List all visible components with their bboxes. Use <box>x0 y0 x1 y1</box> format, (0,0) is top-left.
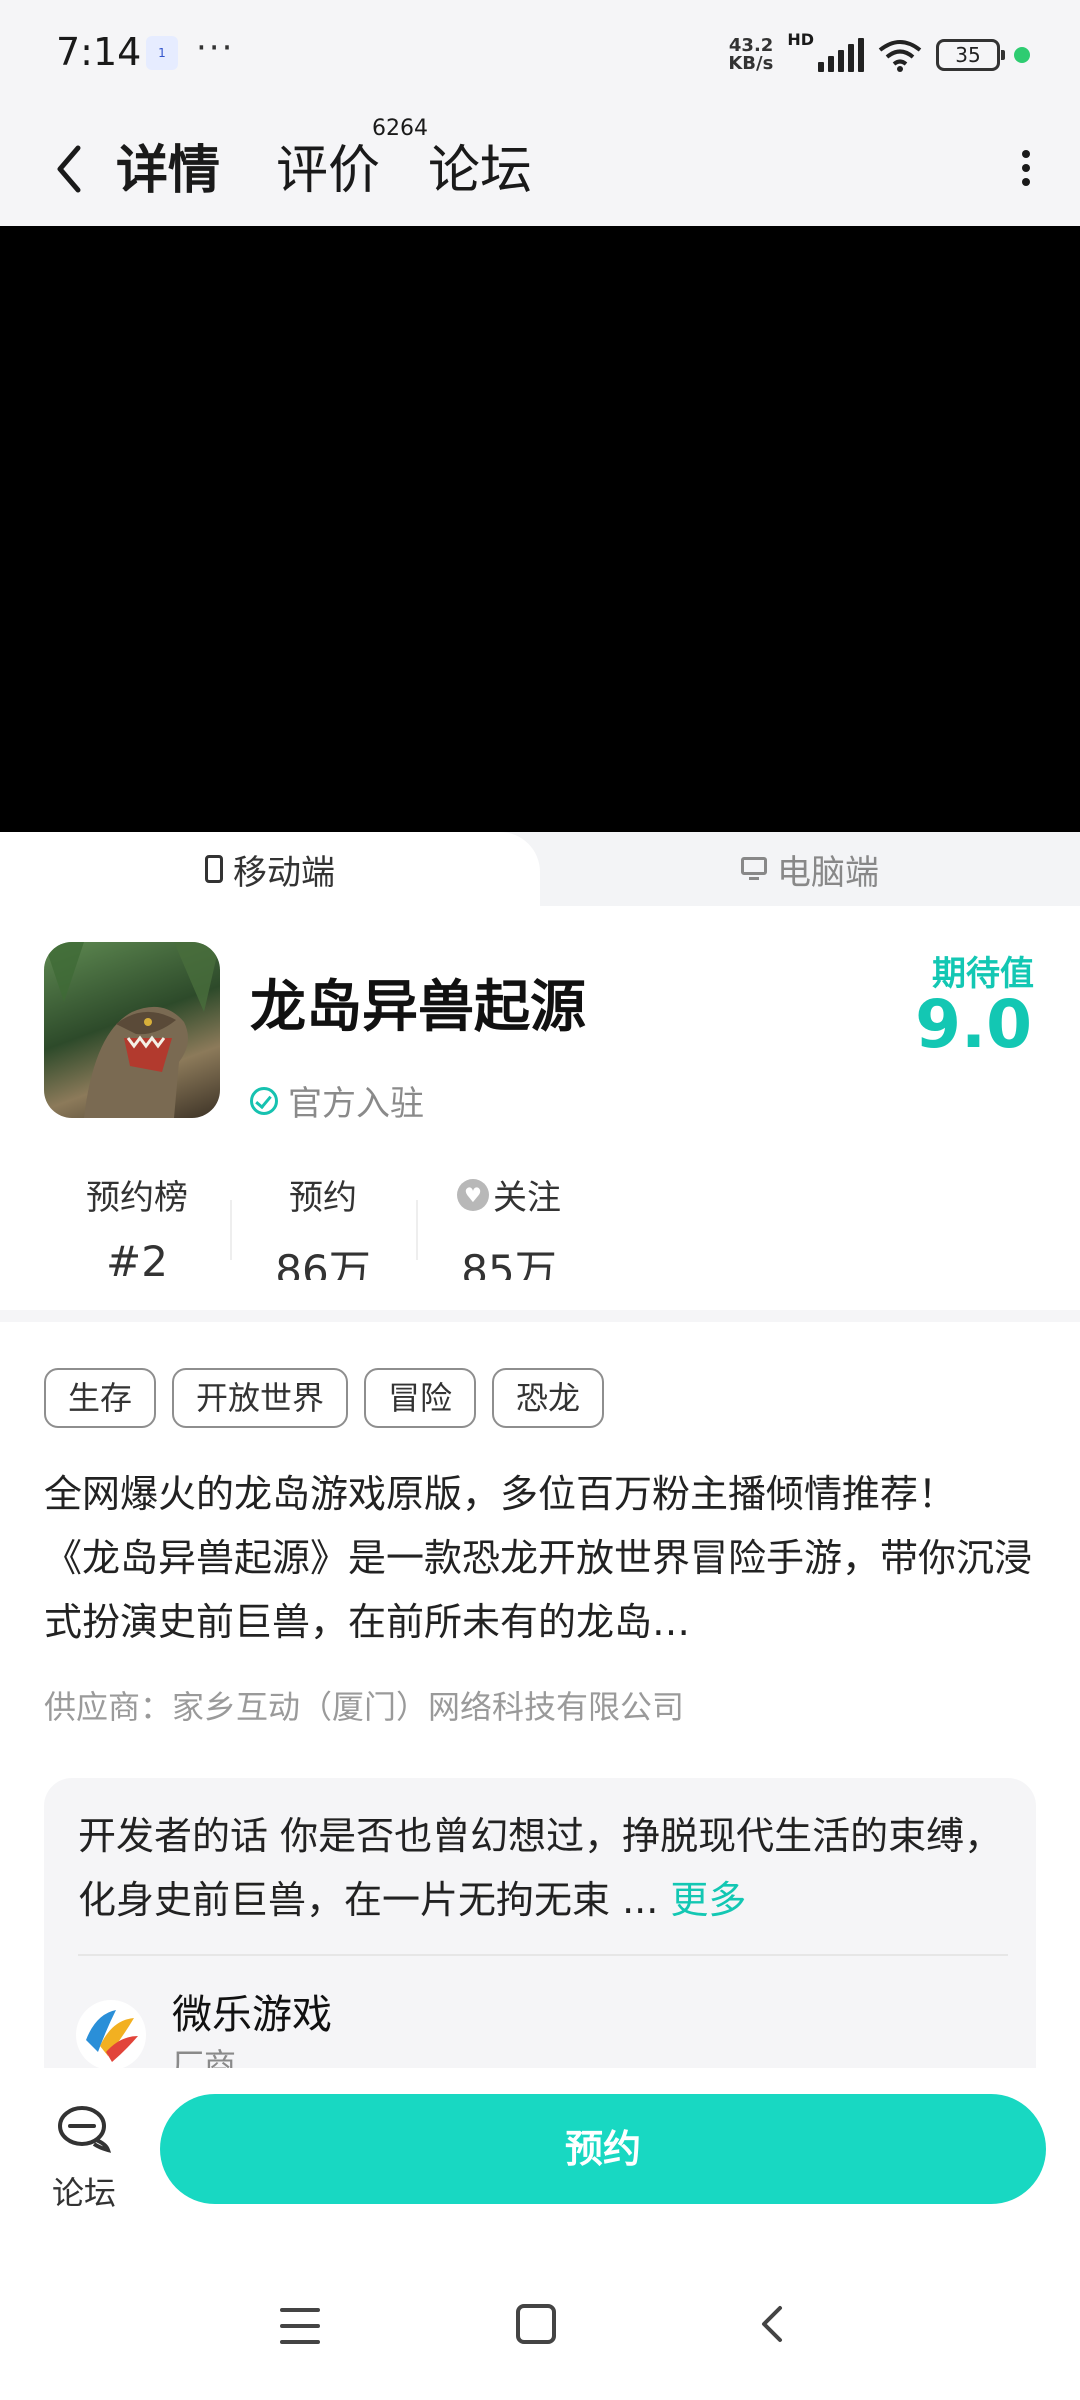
tag-list: 生存 开放世界 冒险 恐龙 <box>44 1368 605 1428</box>
more-notifications-icon: ··· <box>196 28 235 68</box>
platform-switch: 移动端 电脑端 <box>0 832 1080 906</box>
system-nav-bar <box>0 2290 1080 2380</box>
back-icon[interactable] <box>42 134 102 204</box>
stat-follow-value: 85万 <box>461 1246 557 1280</box>
network-speed: 43.2 KB/s <box>728 37 773 73</box>
tag-item[interactable]: 生存 <box>44 1368 157 1428</box>
app-icon <box>44 942 220 1118</box>
chat-icon <box>58 2106 112 2153</box>
wifi-icon <box>878 40 922 72</box>
status-time: 7:14 <box>56 30 142 74</box>
system-back-icon[interactable] <box>752 2302 796 2346</box>
reserve-button[interactable]: 预约 <box>160 2094 1046 2204</box>
official-badge: 官方入驻 <box>250 1076 424 1125</box>
signal-icon <box>818 38 864 72</box>
stat-reservations-label: 预约 <box>289 1178 357 1218</box>
home-icon[interactable] <box>516 2304 556 2344</box>
network-speed-unit: KB/s <box>728 53 774 74</box>
developer-note-text: 开发者的话 你是否也曾幻想过，挣脱现代生活的束缚，化身史前巨兽，在一片无拘无束 … <box>78 1814 1003 1922</box>
stat-reservations: 预约 86万 <box>230 1170 416 1280</box>
section-divider <box>0 1310 1080 1322</box>
tab-forum[interactable]: 论坛 <box>428 128 532 203</box>
stat-follow-label: 关注 <box>493 1178 561 1218</box>
heart-plus-icon: ♥ <box>457 1178 489 1211</box>
stat-reservations-value: 86万 <box>275 1246 371 1280</box>
stat-follow[interactable]: ♥ 关注 85万 <box>416 1170 602 1280</box>
tab-review[interactable]: 评价 <box>276 128 380 203</box>
review-count-badge: 6264 <box>372 116 428 141</box>
developer-more-link[interactable]: 更多 <box>670 1878 746 1922</box>
video-player[interactable] <box>0 226 1080 832</box>
battery-icon: 35 <box>936 39 1005 71</box>
verified-icon <box>250 1086 278 1115</box>
platform-pc-tab[interactable]: 电脑端 <box>540 832 1080 906</box>
developer-logo[interactable] <box>76 2000 146 2068</box>
official-label: 官方入驻 <box>288 1084 424 1124</box>
developer-note: 开发者的话 你是否也曾幻想过，挣脱现代生活的束缚，化身史前巨兽，在一片无拘无束 … <box>78 1804 1008 1932</box>
stat-ranking[interactable]: 预约榜 #2 <box>44 1170 230 1280</box>
tag-item[interactable]: 开放世界 <box>172 1368 349 1428</box>
developer-divider <box>78 1954 1008 1956</box>
phone-icon <box>205 855 223 883</box>
tab-review-label: 评价 <box>276 141 381 201</box>
stats-row: 预约榜 #2 预约 86万 ♥ 关注 85万 <box>44 1170 602 1280</box>
notification-icon: 1 <box>146 36 178 70</box>
supplier-info: 供应商：家乡互动（厦门）网络科技有限公司 <box>44 1688 685 1726</box>
tab-detail[interactable]: 详情 <box>112 128 225 203</box>
forum-button[interactable]: 论坛 <box>44 2104 124 2214</box>
status-indicators: 43.2 KB/s HD 35 <box>728 30 1030 80</box>
app-title: 龙岛异兽起源 <box>250 975 586 1040</box>
tab-detail-label: 详情 <box>116 141 221 201</box>
platform-mobile-label: 移动端 <box>233 852 335 893</box>
more-options-icon[interactable] <box>1006 140 1046 196</box>
privacy-indicator-dot <box>1014 47 1030 63</box>
developer-name[interactable]: 微乐游戏 <box>172 1982 332 2040</box>
platform-pc-label: 电脑端 <box>777 852 879 893</box>
platform-mobile-tab[interactable]: 移动端 <box>0 832 540 906</box>
expectation-score: 9.0 <box>915 986 1032 1063</box>
stat-ranking-value: #2 <box>106 1237 168 1280</box>
status-bar: 7:14 1 ··· 43.2 KB/s HD 35 <box>0 0 1080 110</box>
monitor-icon <box>741 857 767 881</box>
stat-ranking-label: 预约榜 <box>86 1178 188 1218</box>
recent-apps-icon[interactable] <box>280 2308 320 2344</box>
developer-card: 开发者的话 你是否也曾幻想过，挣脱现代生活的束缚，化身史前巨兽，在一片无拘无束 … <box>44 1778 1036 2068</box>
top-nav: 详情 评价 6264 论坛 <box>0 110 1080 226</box>
tag-item[interactable]: 恐龙 <box>492 1368 605 1428</box>
stat-follow-label-row: ♥ 关注 <box>416 1170 602 1219</box>
forum-label: 论坛 <box>51 2174 116 2212</box>
hd-label: HD <box>787 30 814 49</box>
tag-item[interactable]: 冒险 <box>364 1368 477 1428</box>
developer-role: 厂商 <box>172 2046 237 2068</box>
app-description[interactable]: 全网爆火的龙岛游戏原版，多位百万粉主播倾情推荐！ 《龙岛异兽起源》是一款恐龙开放… <box>44 1462 1040 1654</box>
tab-forum-label: 论坛 <box>428 141 533 201</box>
